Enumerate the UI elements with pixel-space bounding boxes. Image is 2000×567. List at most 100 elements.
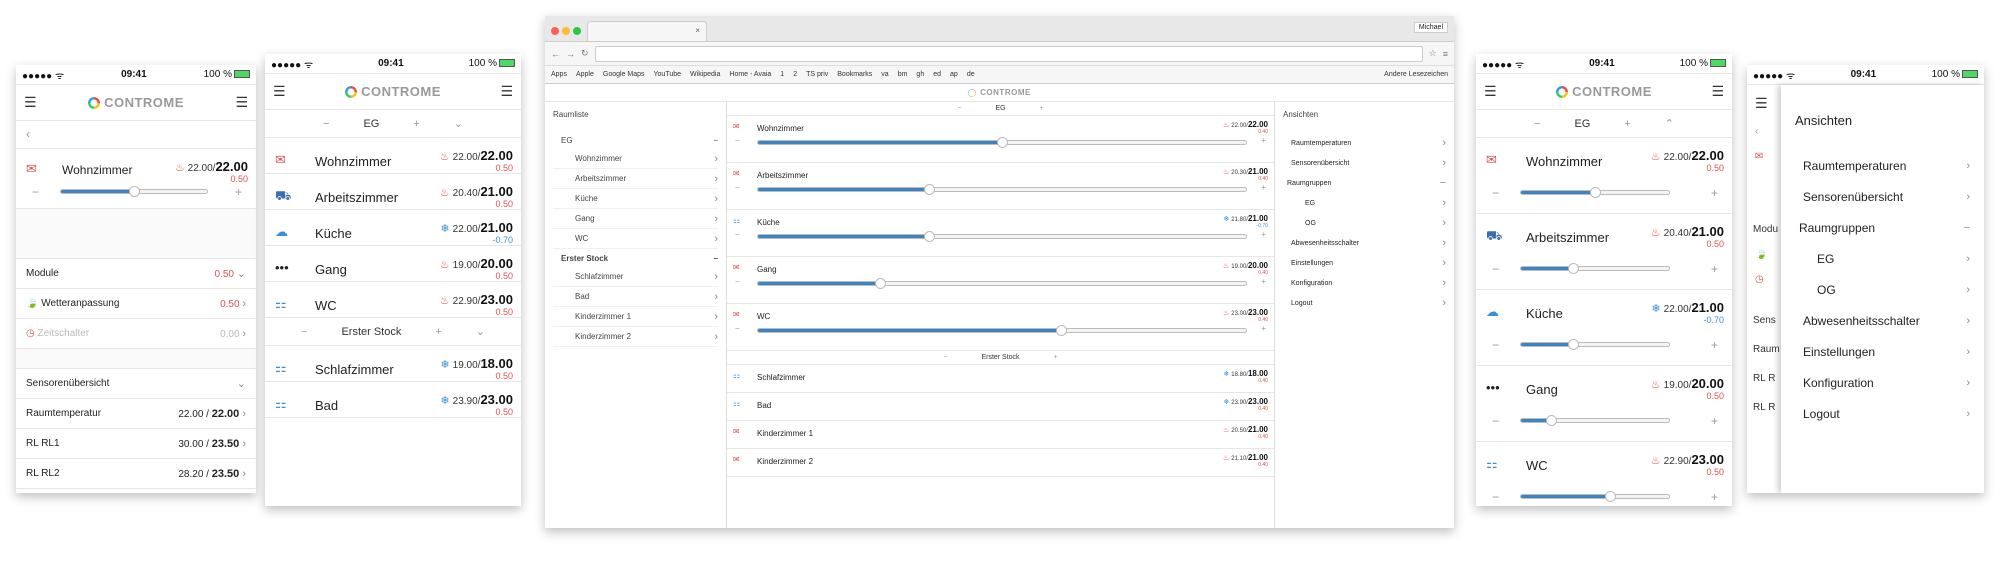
plus-button[interactable]: + — [1711, 338, 1718, 352]
temperature-slider[interactable] — [1520, 263, 1670, 274]
minus-button[interactable]: − — [735, 183, 740, 192]
window-controls[interactable] — [551, 22, 584, 40]
room-card[interactable]: ✉ Wohnzimmer ♨ 22.00/22.00 0.40 − + — [727, 116, 1274, 163]
plus-button[interactable]: + — [1711, 262, 1718, 276]
room-card[interactable]: ⛟ Arbeitszimmer ♨ 20.40/21.00 0.50 — [265, 174, 521, 210]
minus-button[interactable]: − — [301, 326, 307, 338]
plus-button[interactable]: + — [1261, 136, 1266, 145]
minus-button[interactable]: − — [735, 136, 740, 145]
menu-item[interactable]: Einstellungen › — [1795, 336, 1970, 367]
reload-icon[interactable]: ↻ — [581, 48, 589, 59]
menu-item[interactable]: Raumtemperaturen › — [1283, 133, 1446, 153]
plus-button[interactable]: + — [235, 185, 242, 199]
slider-knob[interactable] — [1604, 491, 1616, 502]
room-card[interactable]: ⚏ Bad ❄ 23.90/23.00 0.40 — [727, 393, 1274, 421]
menu-item[interactable]: OG › — [1283, 213, 1446, 233]
room-card[interactable]: ⚏ Schlafzimmer ❄ 18.80/18.00 0.40 — [727, 365, 1274, 393]
temperature-slider[interactable] — [1520, 187, 1670, 198]
menu-item[interactable]: Raumgruppen − — [1795, 212, 1970, 243]
browser-tab[interactable]: × — [587, 21, 707, 41]
menu-icon[interactable]: ☰ — [24, 94, 37, 111]
menu-item[interactable]: Sensorenübersicht › — [1795, 181, 1970, 212]
chevron-left-icon[interactable]: ‹ — [26, 127, 30, 141]
menu-item[interactable]: Abwesenheitsschalter › — [1283, 233, 1446, 253]
plus-button[interactable]: + — [1261, 183, 1266, 192]
bookmark-item[interactable]: Wikipedia — [690, 71, 720, 78]
star-icon[interactable]: ☆ — [1429, 48, 1437, 59]
menu-item[interactable]: Konfiguration › — [1795, 367, 1970, 398]
minus-button[interactable]: − — [1492, 262, 1499, 276]
close-icon[interactable]: × — [695, 26, 700, 35]
menu-icon[interactable]: ☰ — [500, 83, 513, 100]
slider-knob[interactable] — [1590, 187, 1601, 198]
chevron-down-icon[interactable]: ⌄ — [476, 325, 485, 338]
menu-icon[interactable]: ☰ — [235, 94, 248, 111]
sidebar-room-item[interactable]: Schlafzimmer › — [553, 267, 718, 287]
slider-knob[interactable] — [1545, 415, 1557, 426]
wetter-row[interactable]: 🍃 Wetteranpassung 0.50 › — [16, 289, 256, 319]
sidebar-group-eg[interactable]: EG − — [553, 131, 718, 149]
sensor-row[interactable]: RL RL1 30.00 / 23.50 › — [16, 429, 256, 459]
sidebar-room-item[interactable]: Kinderzimmer 2 › — [553, 327, 718, 347]
temperature-slider[interactable] — [60, 186, 208, 197]
temperature-slider[interactable] — [757, 231, 1247, 242]
chevron-down-icon[interactable]: ⌄ — [454, 117, 463, 130]
other-bookmarks[interactable]: Andere Lesezeichen — [1384, 71, 1448, 78]
temperature-slider[interactable] — [757, 325, 1247, 336]
menu-item[interactable]: Sensorenübersicht › — [1283, 153, 1446, 173]
minus-button[interactable]: − — [1492, 338, 1499, 352]
slider-knob[interactable] — [923, 184, 935, 195]
room-card[interactable]: ✉ Kinderzimmer 2 ♨ 21.10/21.00 0.40 — [727, 449, 1274, 477]
menu-item[interactable]: Abwesenheitsschalter › — [1795, 305, 1970, 336]
bookmark-item[interactable]: ap — [950, 71, 958, 78]
bookmark-item[interactable]: 2 — [793, 71, 797, 78]
menu-item[interactable]: OG › — [1795, 274, 1970, 305]
menu-icon[interactable]: ☰ — [1484, 83, 1497, 100]
plus-button[interactable]: + — [1624, 118, 1630, 130]
bookmark-item[interactable]: Apps — [551, 71, 567, 78]
minus-button[interactable]: − — [32, 185, 39, 199]
room-card[interactable]: ••• Gang ♨ 19.00/20.00 0.50 — [265, 246, 521, 282]
slider-knob[interactable] — [875, 278, 886, 289]
room-card[interactable]: ✉ Kinderzimmer 1 ♨ 20.50/21.00 0.40 — [727, 421, 1274, 449]
minus-button[interactable]: − — [1534, 118, 1540, 130]
menu-item[interactable]: Raumtemperaturen › — [1795, 150, 1970, 181]
temperature-slider[interactable] — [1520, 415, 1670, 426]
minus-button[interactable]: − — [1492, 414, 1499, 428]
room-card[interactable]: ✉ Wohnzimmer ♨ 22.00/22.00 0.50 — [265, 138, 521, 174]
room-card[interactable]: ✉ Wohnzimmer ♨ 22.00/22.00 0.50 − + — [16, 149, 256, 209]
forward-icon[interactable]: → — [566, 49, 575, 59]
slider-knob[interactable] — [1567, 339, 1579, 350]
sensor-row[interactable]: Raumtemperatur 22.00 / 22.00 › — [16, 399, 256, 429]
room-card[interactable]: ✉ WC ♨ 23.00/23.00 0.40 − + — [727, 304, 1274, 351]
room-card[interactable]: ••• Gang ♨ 19.00/20.00 0.50 − + — [1476, 366, 1732, 442]
plus-button[interactable]: + — [435, 326, 441, 338]
temperature-slider[interactable] — [1520, 491, 1670, 502]
modules-row[interactable]: Module 0.50 ⌄ — [16, 259, 256, 289]
bookmark-item[interactable]: bm — [898, 71, 908, 78]
room-card[interactable]: ✉ Gang ♨ 19.00/20.00 0.40 − + — [727, 257, 1274, 304]
slider-knob[interactable] — [997, 137, 1008, 148]
room-card[interactable]: ☁ Küche ❄ 22.00/21.00 -0.70 − + — [1476, 290, 1732, 366]
temperature-slider[interactable] — [757, 137, 1247, 148]
bookmark-item[interactable]: ed — [933, 71, 941, 78]
sidebar-room-item[interactable]: Küche › — [553, 189, 718, 209]
bookmark-item[interactable]: 1 — [780, 71, 784, 78]
temperature-slider[interactable] — [757, 278, 1247, 289]
bookmark-item[interactable]: Apple — [576, 71, 594, 78]
plus-button[interactable]: + — [1261, 230, 1266, 239]
sidebar-group-og[interactable]: Erster Stock − — [553, 249, 718, 267]
menu-item[interactable]: Logout › — [1283, 293, 1446, 313]
menu-icon[interactable]: ☰ — [1711, 83, 1724, 100]
bookmark-item[interactable]: Google Maps — [603, 71, 645, 78]
bookmark-item[interactable]: Home - Avaia — [729, 71, 771, 78]
bookmark-item[interactable]: YouTube — [654, 71, 682, 78]
room-card[interactable]: ⚏ Bad ❄ 23.90/23.00 0.50 — [265, 382, 521, 418]
bookmark-item[interactable]: TS priv — [806, 71, 828, 78]
minus-button[interactable]: − — [735, 277, 740, 286]
sidebar-room-item[interactable]: Wohnzimmer › — [553, 149, 718, 169]
menu-item[interactable]: EG › — [1283, 193, 1446, 213]
chevron-up-icon[interactable]: ⌃ — [1665, 117, 1674, 130]
slider-knob[interactable] — [1567, 263, 1579, 274]
minus-button[interactable]: − — [323, 118, 329, 130]
